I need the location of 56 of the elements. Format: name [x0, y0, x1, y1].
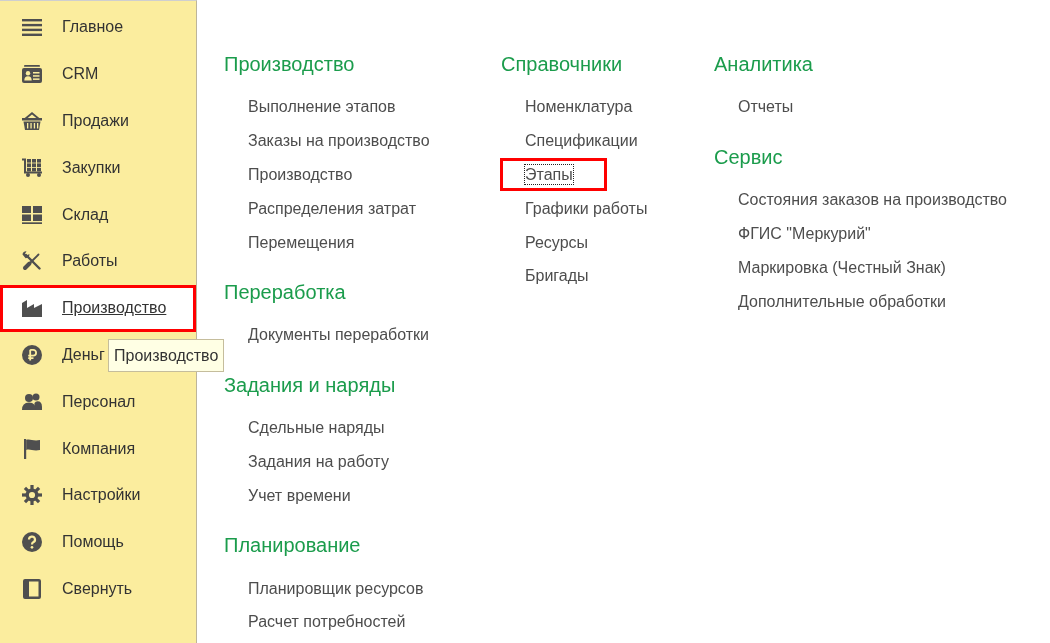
- sidebar-item[interactable]: Свернуть: [0, 565, 133, 613]
- menu-link[interactable]: Производство: [247, 164, 354, 185]
- ruble-coin-icon: [22, 344, 42, 365]
- sidebar-item[interactable]: Склад: [0, 191, 109, 238]
- menu-link[interactable]: Состояния заказов на производство: [737, 189, 1008, 211]
- menu-link[interactable]: Графики работы: [524, 197, 649, 219]
- tooltip: Производство: [108, 339, 225, 372]
- sidebar-item[interactable]: Главное: [0, 4, 124, 51]
- factory-icon: [22, 299, 42, 317]
- sidebar-item[interactable]: CRM: [0, 50, 99, 98]
- menu-link[interactable]: Номенклатура: [524, 96, 634, 118]
- sidebar-item[interactable]: Помощь: [0, 518, 124, 566]
- tools-icon: [22, 251, 42, 272]
- menu-link[interactable]: Учет времени: [247, 484, 352, 506]
- menu-link[interactable]: Выполнение этапов: [247, 96, 397, 118]
- section-heading: Переработка: [224, 280, 346, 305]
- sidebar-item[interactable]: Персонал: [0, 378, 136, 426]
- menu-link[interactable]: Спецификации: [524, 130, 639, 152]
- menu-link[interactable]: Перемещения: [247, 231, 356, 253]
- sidebar-item[interactable]: Закупки: [0, 144, 121, 192]
- section-heading: Сервис: [714, 144, 783, 170]
- section-heading: Аналитика: [714, 52, 813, 77]
- menu-icon: [22, 18, 42, 36]
- sidebar-item[interactable]: Компания: [0, 425, 136, 472]
- menu-link[interactable]: Заказы на производство: [247, 130, 431, 152]
- menu-link[interactable]: Этапы: [524, 164, 574, 185]
- menu-link[interactable]: Ресурсы: [524, 231, 590, 253]
- help-icon: [22, 532, 42, 553]
- basket-icon: [22, 112, 42, 130]
- menu-link[interactable]: ФГИС "Меркурий": [737, 223, 872, 244]
- sidebar-item[interactable]: Настройки: [0, 471, 141, 519]
- menu-link[interactable]: Бригады: [524, 265, 590, 287]
- cart-icon: [22, 158, 42, 178]
- section-heading: Справочники: [501, 52, 623, 77]
- menu-link[interactable]: Распределения затрат: [247, 197, 417, 219]
- id-card-icon: [22, 65, 42, 84]
- menu-link[interactable]: Задания на работу: [247, 450, 390, 472]
- section-heading: Планирование: [224, 533, 361, 559]
- section-heading: Производство: [224, 52, 355, 77]
- sidebar-item[interactable]: Деньг: [0, 331, 105, 379]
- flag-icon: [24, 438, 40, 459]
- menu-link[interactable]: Сдельные наряды: [247, 417, 386, 439]
- menu-link[interactable]: Планировщик ресурсов: [247, 577, 425, 599]
- settings-icon: [22, 485, 42, 506]
- menu-link[interactable]: Дополнительные обработки: [737, 290, 947, 312]
- people-icon: [22, 393, 42, 411]
- panel-icon: [23, 578, 41, 599]
- menu-link[interactable]: Документы переработки: [247, 324, 431, 346]
- sidebar-item[interactable]: Продажи: [0, 97, 129, 145]
- menu-link[interactable]: Маркировка (Честный Знак): [737, 256, 947, 278]
- boxes-icon: [22, 205, 42, 224]
- section-heading: Задания и наряды: [224, 372, 396, 398]
- menu-link[interactable]: Расчет потребностей: [247, 611, 407, 633]
- menu-link[interactable]: Отчеты: [737, 96, 795, 118]
- sidebar-item[interactable]: Производство: [0, 284, 196, 332]
- sidebar-item[interactable]: Работы: [0, 238, 118, 285]
